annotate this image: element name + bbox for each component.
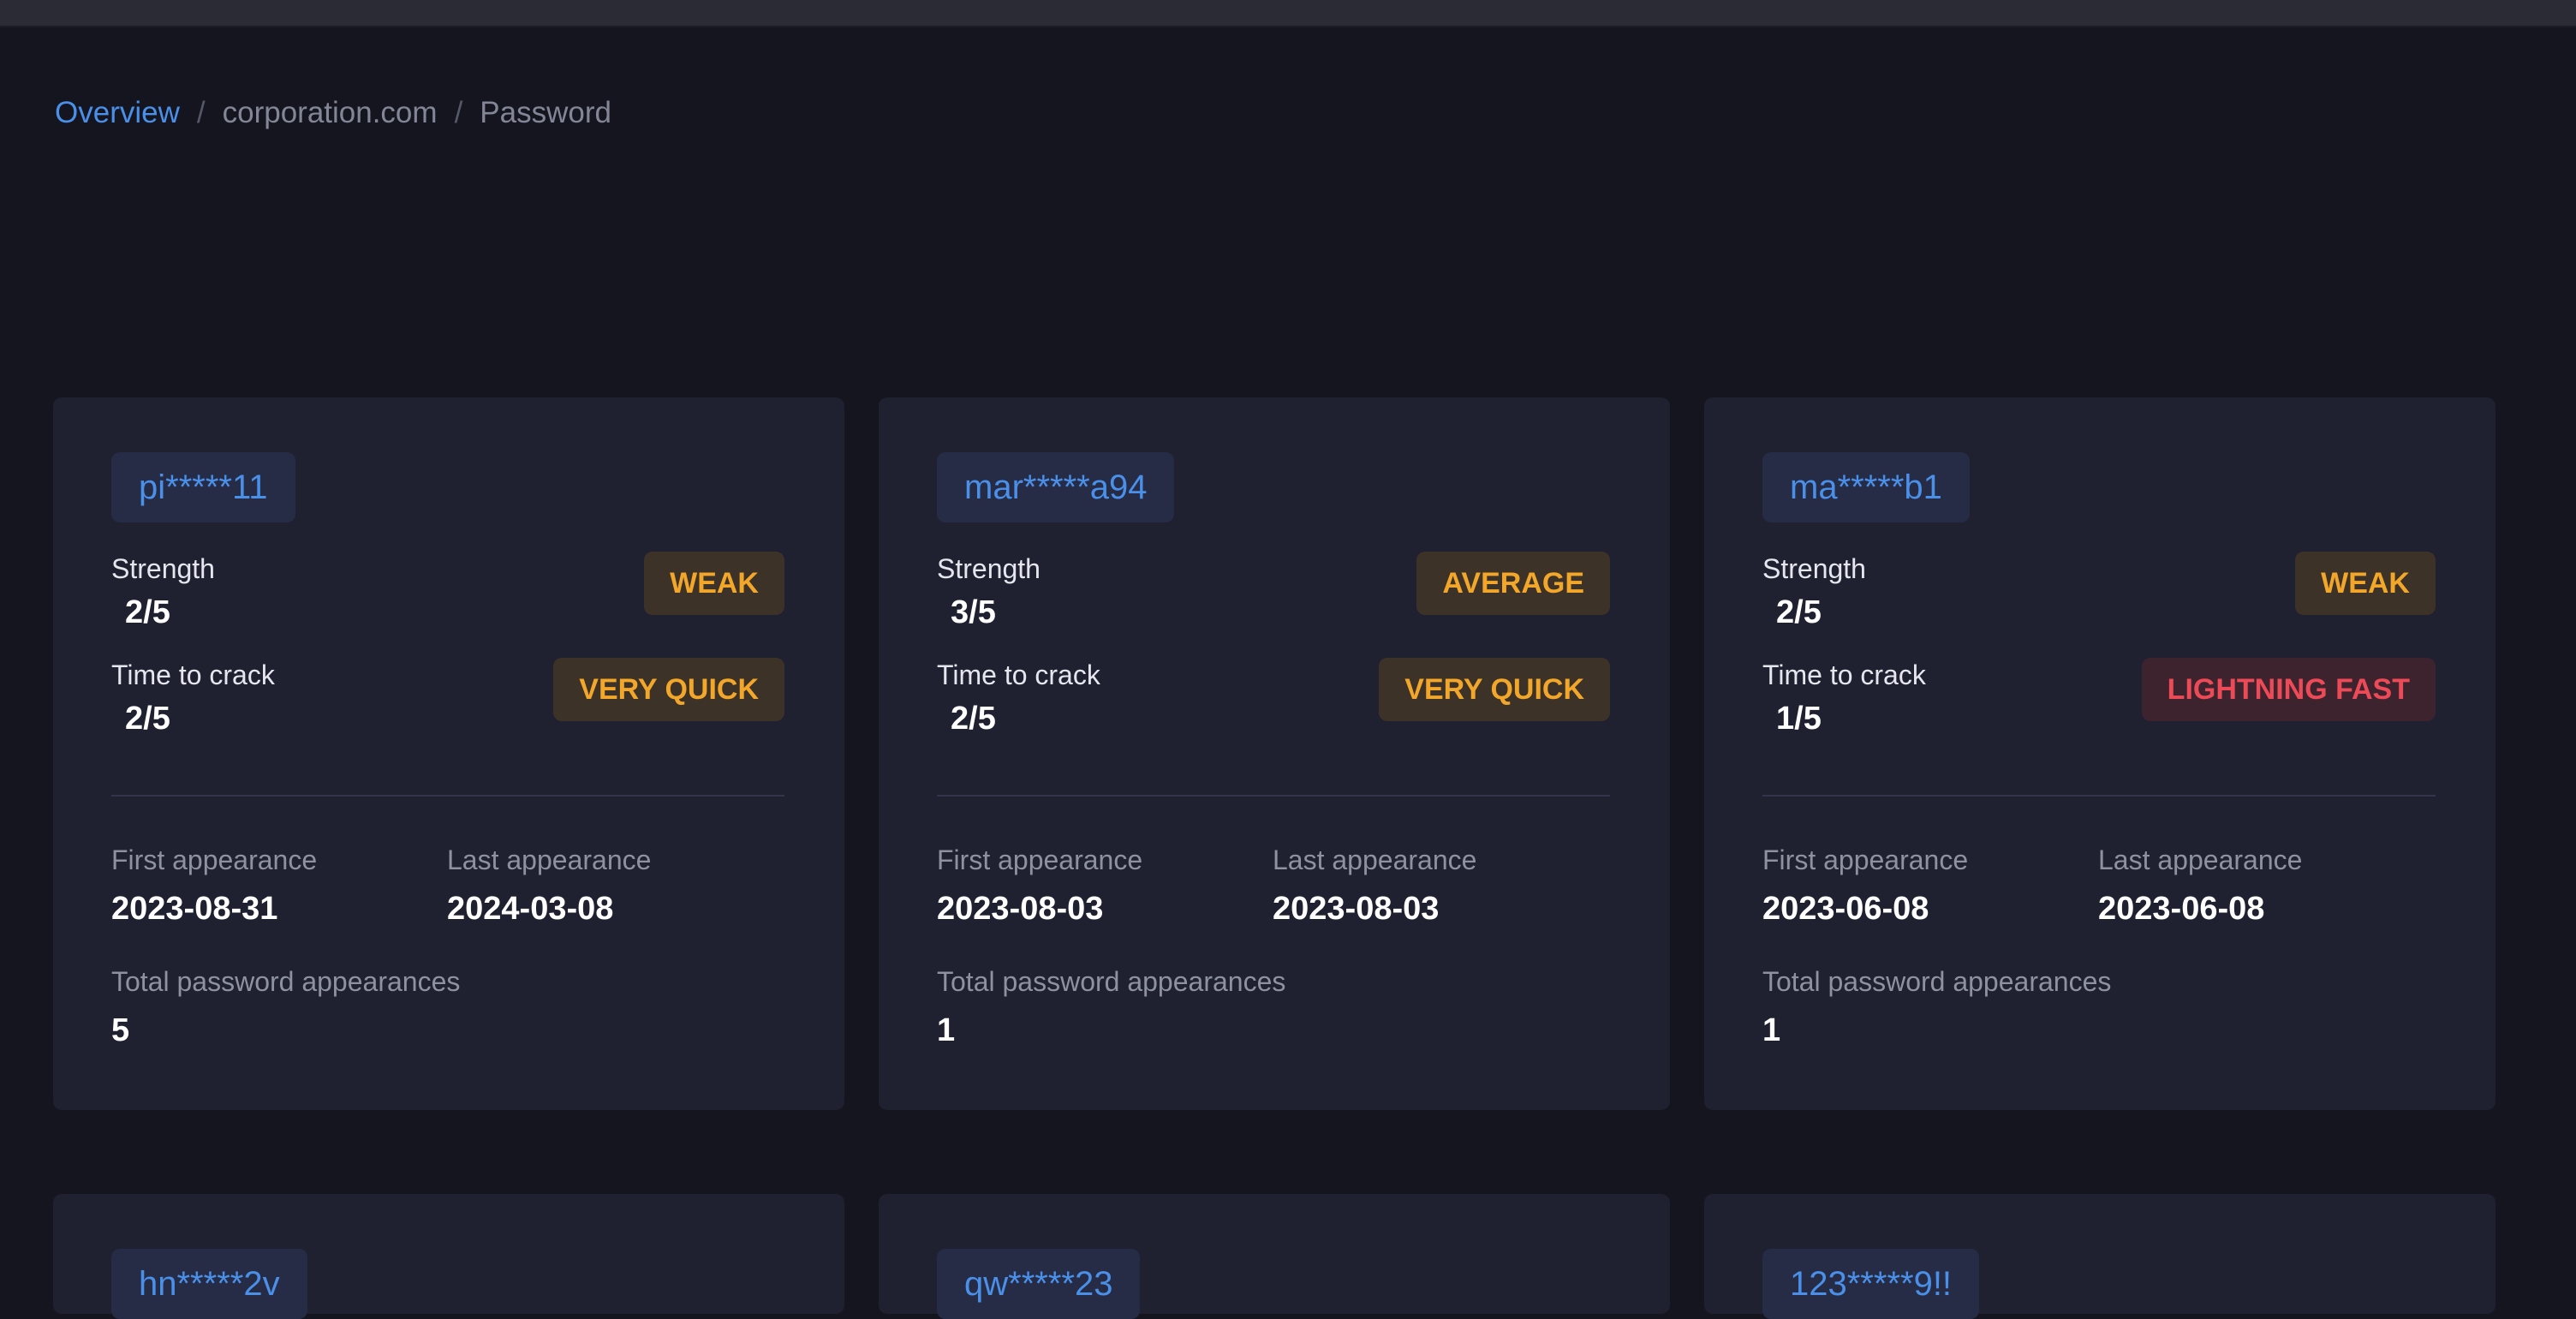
time-to-crack-label: Time to crack bbox=[111, 660, 275, 690]
first-appearance-label: First appearance bbox=[937, 845, 1143, 875]
last-appearance-value: 2023-08-03 bbox=[1273, 891, 1440, 927]
masked-password[interactable]: pi*****11 bbox=[111, 452, 295, 522]
first-appearance-label: First appearance bbox=[111, 845, 318, 875]
breadcrumb: Overview / corporation.com / Password bbox=[55, 96, 611, 130]
masked-password[interactable]: qw*****23 bbox=[937, 1249, 1141, 1319]
first-appearance-value: 2023-08-31 bbox=[111, 891, 278, 927]
time-to-crack-badge: LIGHTNING FAST bbox=[2141, 658, 2436, 721]
time-to-crack-value: 1/5 bbox=[1776, 701, 1822, 737]
password-card: pi*****11 Strength 2/5 WEAK Time to crac… bbox=[53, 397, 844, 1110]
card-divider bbox=[1762, 795, 2436, 797]
masked-password[interactable]: 123*****9!! bbox=[1762, 1249, 1980, 1319]
first-appearance-value: 2023-06-08 bbox=[1762, 891, 1929, 927]
first-appearance-label: First appearance bbox=[1762, 845, 1969, 875]
total-appearances-label: Total password appearances bbox=[111, 966, 461, 997]
password-card: mar*****a94 Strength 3/5 AVERAGE Time to… bbox=[879, 397, 1670, 1110]
time-to-crack-badge: VERY QUICK bbox=[553, 658, 784, 721]
masked-password[interactable]: ma*****b1 bbox=[1762, 452, 1970, 522]
breadcrumb-separator: / bbox=[196, 96, 206, 129]
last-appearance-label: Last appearance bbox=[1273, 845, 1477, 875]
card-divider bbox=[111, 795, 784, 797]
strength-value: 3/5 bbox=[951, 594, 996, 630]
strength-label: Strength bbox=[1762, 553, 1866, 584]
time-to-crack-value: 2/5 bbox=[951, 701, 996, 737]
top-bar bbox=[0, 0, 2576, 27]
total-appearances-label: Total password appearances bbox=[937, 966, 1286, 997]
last-appearance-value: 2024-03-08 bbox=[447, 891, 614, 927]
last-appearance-value: 2023-06-08 bbox=[2098, 891, 2265, 927]
total-appearances-label: Total password appearances bbox=[1762, 966, 2112, 997]
total-appearances-value: 1 bbox=[937, 1012, 956, 1048]
time-to-crack-label: Time to crack bbox=[1762, 660, 1926, 690]
password-card: hn*****2v bbox=[53, 1194, 844, 1319]
masked-password[interactable]: hn*****2v bbox=[111, 1249, 307, 1319]
password-card: qw*****23 bbox=[879, 1194, 1670, 1319]
strength-label: Strength bbox=[937, 553, 1041, 584]
last-appearance-label: Last appearance bbox=[447, 845, 652, 875]
breadcrumb-separator: / bbox=[454, 96, 463, 129]
top-bar-divider bbox=[0, 26, 2576, 27]
breadcrumb-domain[interactable]: corporation.com bbox=[223, 96, 438, 130]
breadcrumb-overview-link[interactable]: Overview bbox=[55, 96, 180, 130]
last-appearance-label: Last appearance bbox=[2098, 845, 2303, 875]
time-to-crack-badge: VERY QUICK bbox=[1379, 658, 1610, 721]
card-divider bbox=[937, 795, 1610, 797]
time-to-crack-label: Time to crack bbox=[937, 660, 1100, 690]
strength-badge: WEAK bbox=[2295, 552, 2436, 615]
strength-value: 2/5 bbox=[125, 594, 170, 630]
password-card: ma*****b1 Strength 2/5 WEAK Time to crac… bbox=[1704, 397, 2496, 1110]
strength-badge: WEAK bbox=[644, 552, 784, 615]
total-appearances-value: 5 bbox=[111, 1012, 130, 1048]
time-to-crack-value: 2/5 bbox=[125, 701, 170, 737]
strength-label: Strength bbox=[111, 553, 215, 584]
breadcrumb-current-page: Password bbox=[480, 96, 611, 129]
strength-badge: AVERAGE bbox=[1416, 552, 1610, 615]
strength-value: 2/5 bbox=[1776, 594, 1822, 630]
password-card: 123*****9!! bbox=[1704, 1194, 2496, 1319]
masked-password[interactable]: mar*****a94 bbox=[937, 452, 1175, 522]
total-appearances-value: 1 bbox=[1762, 1012, 1781, 1048]
first-appearance-value: 2023-08-03 bbox=[937, 891, 1104, 927]
